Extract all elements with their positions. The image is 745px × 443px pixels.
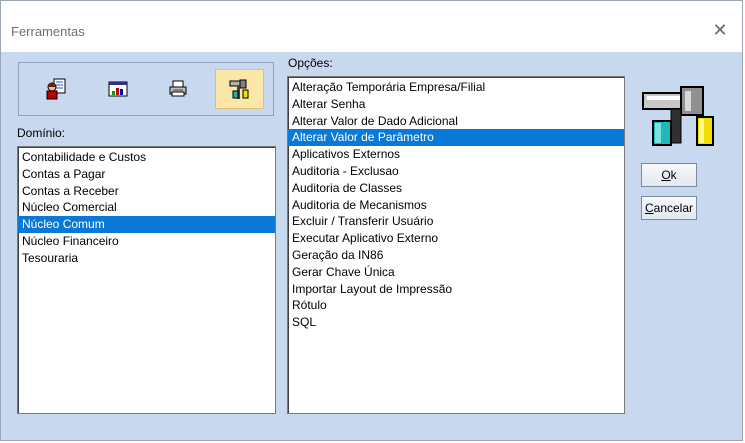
chart-window-icon [108, 81, 127, 97]
dominio-list-item[interactable]: Núcleo Financeiro [18, 233, 275, 250]
dominio-label: Domínio: [17, 126, 66, 140]
opcoes-list-item[interactable]: Executar Aplicativo Externo [288, 230, 624, 247]
opcoes-list-item[interactable]: Rótulo [288, 297, 624, 314]
dominio-list-item[interactable]: Contabilidade e Custos [18, 149, 275, 166]
dominio-listbox[interactable]: Contabilidade e Custos Contas a Pagar Cont… [17, 146, 276, 414]
opcoes-list-item[interactable]: Geração da IN86 [288, 247, 624, 264]
cancel-label: ancelar [653, 201, 694, 215]
dominio-list-item[interactable]: Núcleo Comercial [18, 199, 275, 216]
hammer-tools-icon [642, 86, 714, 146]
opcoes-list-item[interactable]: Auditoria - Exclusao [288, 163, 624, 180]
hammer-tools-icon [229, 79, 248, 99]
opcoes-list-item[interactable]: Alterar Valor de Parâmetro [288, 129, 624, 147]
title-bar: Ferramentas ✕ [1, 1, 742, 52]
opcoes-list-item[interactable]: Alterar Valor de Dado Adicional [288, 113, 624, 130]
dominio-list-item[interactable]: Contas a Pagar [18, 166, 275, 183]
ferramentas-dialog: Ferramentas ✕ Domínio: Contabilidade e C… [0, 0, 743, 441]
toolbar-button-tools[interactable] [215, 69, 264, 109]
user-document-icon [46, 78, 65, 100]
toolbar-button-print[interactable] [153, 69, 202, 109]
opcoes-list-item[interactable]: Alterar Senha [288, 96, 624, 113]
ok-accel: O [661, 168, 671, 182]
ok-label: k [670, 168, 677, 182]
dominio-list-item[interactable]: Contas a Receber [18, 183, 275, 200]
toolbar-button-reports[interactable] [93, 69, 142, 109]
dominio-list-item[interactable]: Tesouraria [18, 250, 275, 267]
opcoes-label: Opções: [288, 56, 333, 70]
opcoes-list-item[interactable]: Gerar Chave Única [288, 264, 624, 281]
opcoes-list-item[interactable]: Excluir / Transferir Usuário [288, 213, 624, 230]
cancel-accel: C [644, 201, 654, 215]
toolbar-button-users[interactable] [31, 69, 80, 109]
window-title: Ferramentas [11, 24, 85, 39]
opcoes-list-item[interactable]: Alteração Temporária Empresa/Filial [288, 79, 624, 96]
opcoes-list-item[interactable]: Auditoria de Classes [288, 180, 624, 197]
dominio-list-item[interactable]: Núcleo Comum [18, 216, 275, 233]
opcoes-list-item[interactable]: Importar Layout de Impressão [288, 281, 624, 298]
opcoes-list-item[interactable]: Aplicativos Externos [288, 146, 624, 163]
opcoes-list-item[interactable]: SQL [288, 314, 624, 331]
opcoes-list-item[interactable]: Auditoria de Mecanismos [288, 197, 624, 214]
tool-selector [18, 62, 274, 116]
opcoes-listbox[interactable]: Alteração Temporária Empresa/Filial Alter… [287, 76, 625, 414]
cancel-button[interactable]: Cancelar [641, 196, 697, 220]
printer-icon [169, 80, 186, 97]
ok-button[interactable]: Ok [641, 163, 697, 187]
close-icon[interactable]: ✕ [708, 18, 732, 42]
